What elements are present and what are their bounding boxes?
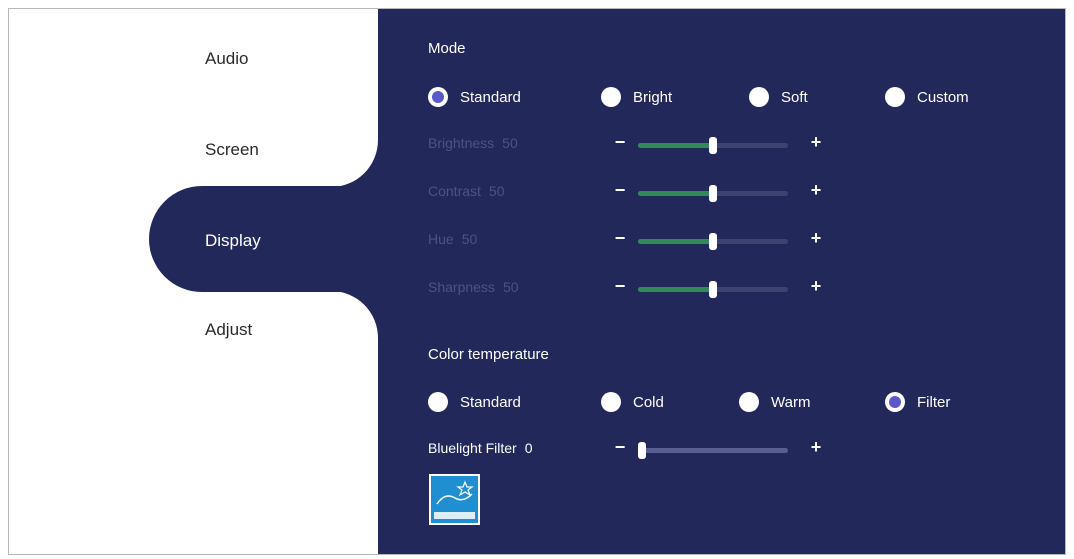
contrast-decrease-button[interactable]: − (612, 180, 628, 201)
slider-fill (638, 239, 713, 244)
hue-slider-row: Hue 50 − + (428, 228, 848, 251)
contrast-increase-button[interactable]: + (808, 180, 824, 201)
radio-icon (601, 87, 621, 107)
slider-fill (638, 287, 713, 292)
slider-thumb[interactable] (638, 442, 646, 459)
brightness-slider[interactable] (638, 137, 788, 154)
radio-checked-icon (885, 392, 905, 412)
tab-connector-top (331, 140, 378, 187)
bluelight-increase-button[interactable]: + (808, 437, 824, 458)
mode-soft-radio[interactable]: Soft (749, 87, 808, 107)
contrast-slider-row: Contrast 50 − + (428, 180, 848, 203)
slider-thumb[interactable] (709, 281, 717, 298)
mode-bright-radio[interactable]: Bright (601, 87, 672, 107)
hue-increase-button[interactable]: + (808, 228, 824, 249)
selected-tab-highlight (149, 186, 409, 292)
energy-star-icon-graphic (434, 480, 475, 519)
temp-standard-radio[interactable]: Standard (428, 392, 521, 412)
slider-fill (638, 191, 713, 196)
radio-label: Bright (633, 88, 673, 106)
menu-item-screen[interactable]: Screen (205, 140, 259, 160)
hue-label: Hue 50 (428, 231, 478, 247)
temp-filter-radio[interactable]: Filter (885, 392, 950, 412)
radio-label: Custom (917, 88, 969, 106)
menu-item-display[interactable]: Display (205, 231, 261, 251)
sharpness-decrease-button[interactable]: − (612, 276, 628, 297)
bluelight-decrease-button[interactable]: − (612, 437, 628, 458)
brightness-decrease-button[interactable]: − (612, 132, 628, 153)
radio-icon (428, 392, 448, 412)
radio-icon (739, 392, 759, 412)
radio-icon (601, 392, 621, 412)
slider-thumb[interactable] (709, 137, 717, 154)
bluelight-filter-label: Bluelight Filter 0 (428, 440, 533, 456)
radio-label: Filter (917, 393, 951, 411)
bluelight-filter-slider[interactable] (638, 442, 788, 459)
sharpness-increase-button[interactable]: + (808, 276, 824, 297)
slider-fill (638, 143, 713, 148)
sharpness-label: Sharpness 50 (428, 279, 519, 295)
brightness-increase-button[interactable]: + (808, 132, 824, 153)
tab-connector-bottom (331, 291, 378, 338)
brightness-label: Brightness 50 (428, 135, 518, 151)
radio-label: Standard (460, 88, 521, 106)
radio-label: Warm (771, 393, 811, 411)
slider-thumb[interactable] (709, 233, 717, 250)
sharpness-slider[interactable] (638, 281, 788, 298)
bluelight-filter-row: Bluelight Filter 0 − + (428, 437, 848, 460)
temp-warm-radio[interactable]: Warm (739, 392, 810, 412)
hue-slider[interactable] (638, 233, 788, 250)
radio-label: Standard (460, 393, 521, 411)
slider-thumb[interactable] (709, 185, 717, 202)
menu-item-audio[interactable]: Audio (205, 49, 248, 69)
radio-icon (885, 87, 905, 107)
contrast-label: Contrast 50 (428, 183, 505, 199)
radio-icon (749, 87, 769, 107)
mode-custom-radio[interactable]: Custom (885, 87, 969, 107)
mode-title: Mode (428, 40, 466, 57)
sharpness-slider-row: Sharpness 50 − + (428, 276, 848, 299)
color-temperature-title: Color temperature (428, 346, 549, 363)
menu-item-adjust[interactable]: Adjust (205, 320, 252, 340)
display-settings-window: Audio Screen Display Adjust Mode Standar… (8, 8, 1066, 555)
brightness-slider-row: Brightness 50 − + (428, 132, 848, 155)
radio-checked-icon (428, 87, 448, 107)
mode-standard-radio[interactable]: Standard (428, 87, 521, 107)
contrast-slider[interactable] (638, 185, 788, 202)
radio-label: Cold (633, 393, 664, 411)
temp-cold-radio[interactable]: Cold (601, 392, 664, 412)
radio-label: Soft (781, 88, 808, 106)
energy-star-icon (429, 474, 480, 525)
hue-decrease-button[interactable]: − (612, 228, 628, 249)
